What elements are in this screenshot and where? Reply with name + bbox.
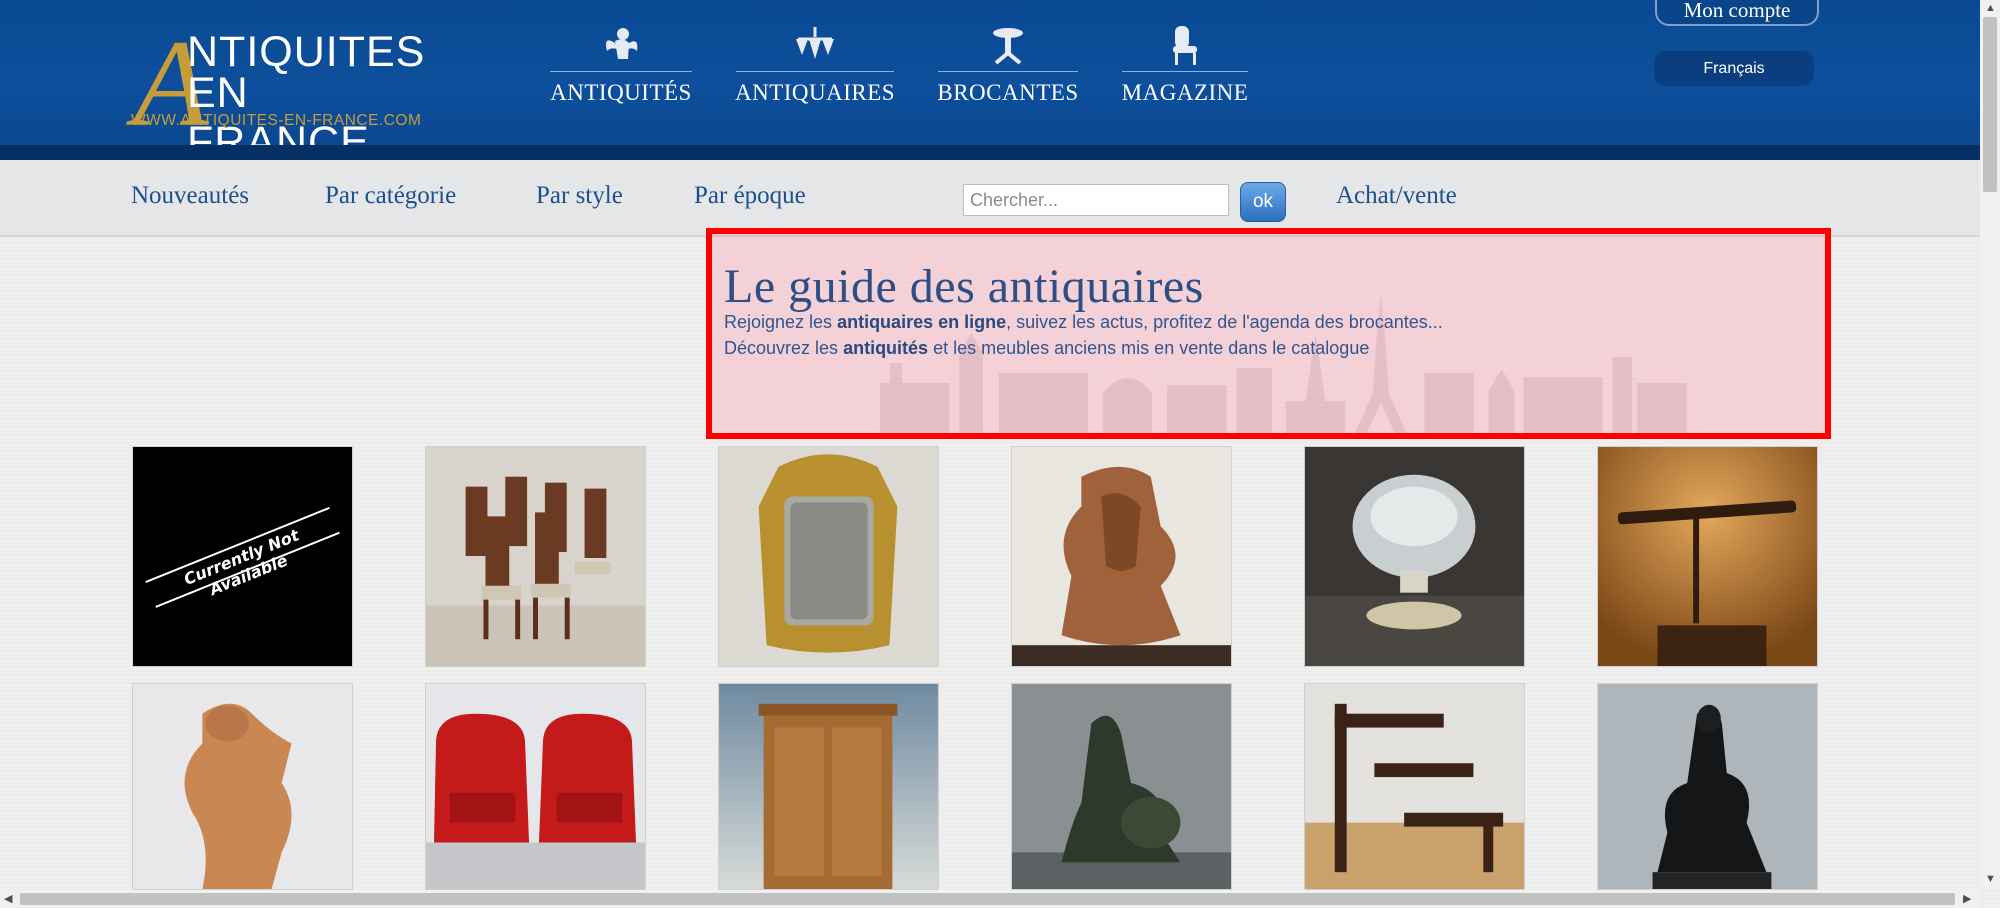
main-nav-antiquaires[interactable]: ANTIQUAIRES xyxy=(734,22,896,106)
horizontal-scrollbar[interactable]: ◀ ▶ xyxy=(0,890,1980,908)
subnav-par-categorie[interactable]: Par catégorie xyxy=(325,182,456,210)
main-nav-magazine[interactable]: MAGAZINE xyxy=(1122,22,1248,106)
main-nav-label: ANTIQUAIRES xyxy=(734,80,896,105)
carved-vase-image xyxy=(1012,447,1231,666)
bronze-seated-figure-image xyxy=(1598,684,1817,889)
subnav-achat-vente[interactable]: Achat/vente xyxy=(1336,182,1457,210)
secondary-nav: Nouveautés Par catégorie Par style Par é… xyxy=(0,160,1980,237)
main-nav-brocantes[interactable]: BROCANTES xyxy=(937,22,1079,106)
search-input[interactable] xyxy=(963,184,1229,216)
product-thumb-carved-vase[interactable] xyxy=(1011,446,1232,667)
main-nav-label: ANTIQUITÉS xyxy=(550,80,692,105)
dining-chairs-image xyxy=(426,447,645,666)
nav-rule xyxy=(736,71,894,72)
product-thumb-unavailable[interactable]: Currently Not Available xyxy=(132,446,353,667)
subnav-par-epoque[interactable]: Par époque xyxy=(694,182,806,210)
site-logo[interactable]: A NTIQUITES EN FRANCE WWW.ANTIQUITES-EN-… xyxy=(131,22,441,167)
header-stripe xyxy=(0,145,1980,160)
nav-rule xyxy=(1122,71,1248,72)
chandelier-icon xyxy=(791,22,839,68)
guide-text-line-1: Rejoignez les antiquaires en ligne, suiv… xyxy=(724,312,1443,332)
terracotta-figure-image xyxy=(133,684,352,889)
product-thumb-crystal-bowl[interactable] xyxy=(1304,446,1525,667)
logo-url: WWW.ANTIQUITES-EN-FRANCE.COM xyxy=(131,112,422,129)
link-antiquaires-en-ligne[interactable]: antiquaires en ligne xyxy=(837,312,1006,332)
guide-title: Le guide des antiquaires xyxy=(724,260,1204,313)
account-link[interactable]: Mon compte xyxy=(1655,0,1819,26)
product-thumb-dining-chairs[interactable] xyxy=(425,446,646,667)
nav-rule xyxy=(550,71,692,72)
subnav-nouveautes[interactable]: Nouveautés xyxy=(131,182,249,210)
red-club-armchairs-image xyxy=(426,684,645,889)
telescope-image xyxy=(1598,447,1817,666)
product-thumb-bronze-sculpture[interactable] xyxy=(1011,683,1232,890)
cherub-icon xyxy=(597,22,645,68)
product-thumb-bronze-seated-figure[interactable] xyxy=(1597,683,1818,890)
product-thumb-red-club-armchairs[interactable] xyxy=(425,683,646,890)
product-thumb-telescope[interactable] xyxy=(1597,446,1818,667)
chair-icon xyxy=(1161,22,1209,68)
site-header: A NTIQUITES EN FRANCE WWW.ANTIQUITES-EN-… xyxy=(0,0,1980,167)
gilt-mirror-image xyxy=(719,447,938,666)
bronze-sculpture-image xyxy=(1012,684,1231,889)
scroll-right-arrow-icon[interactable]: ▶ xyxy=(1963,894,1971,905)
product-thumb-gilt-mirror[interactable] xyxy=(718,446,939,667)
subnav-par-style[interactable]: Par style xyxy=(536,182,623,210)
scroll-down-arrow-icon[interactable]: ▼ xyxy=(1985,874,1996,885)
vertical-scrollbar[interactable]: ▲ ▼ xyxy=(1980,0,2000,890)
main-nav-antiquites[interactable]: ANTIQUITÉS xyxy=(550,22,692,106)
search-ok-button[interactable]: ok xyxy=(1240,182,1286,222)
language-selector[interactable]: Français xyxy=(1654,51,1814,86)
product-thumb-corner-cabinet[interactable] xyxy=(718,683,939,890)
vertical-scroll-thumb[interactable] xyxy=(1983,17,1997,192)
link-antiquites[interactable]: antiquités xyxy=(843,338,928,358)
corner-cabinet-image xyxy=(719,684,938,889)
library-steps-image xyxy=(1305,684,1524,889)
scroll-left-arrow-icon[interactable]: ◀ xyxy=(4,894,12,905)
main-nav-label: MAGAZINE xyxy=(1121,80,1249,105)
guide-text-line-2: Découvrez les antiquités et les meubles … xyxy=(724,338,1370,358)
main-nav-label: BROCANTES xyxy=(937,80,1079,105)
scroll-up-arrow-icon[interactable]: ▲ xyxy=(1985,3,1996,14)
horizontal-scroll-thumb[interactable] xyxy=(20,893,1955,905)
guide-banner: Le guide des antiquaires Rejoignez les a… xyxy=(706,228,1831,439)
nav-rule xyxy=(938,71,1078,72)
pedestal-table-icon xyxy=(984,22,1032,68)
product-thumb-terracotta-figure[interactable] xyxy=(132,683,353,890)
product-thumb-library-steps[interactable] xyxy=(1304,683,1525,890)
crystal-bowl-image xyxy=(1305,447,1524,666)
